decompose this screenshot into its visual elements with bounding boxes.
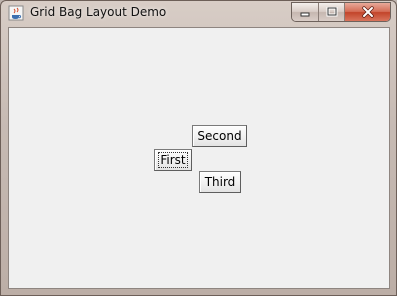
maximize-icon bbox=[326, 7, 337, 17]
first-button[interactable]: First bbox=[154, 149, 192, 171]
second-button-label: Second bbox=[197, 129, 242, 143]
second-button[interactable]: Second bbox=[192, 125, 247, 147]
content-pane: Second First Third bbox=[8, 27, 390, 289]
third-button-label: Third bbox=[204, 175, 236, 189]
close-icon bbox=[361, 6, 374, 18]
minimize-icon bbox=[300, 12, 310, 17]
third-button[interactable]: Third bbox=[199, 171, 241, 193]
maximize-button[interactable] bbox=[318, 3, 344, 21]
java-app-icon[interactable] bbox=[8, 5, 24, 21]
window-title: Grid Bag Layout Demo bbox=[30, 5, 167, 19]
minimize-button[interactable] bbox=[292, 3, 318, 21]
app-window: Grid Bag Layout Demo Second First Third bbox=[0, 0, 397, 296]
first-button-label: First bbox=[158, 152, 188, 168]
window-controls bbox=[291, 2, 391, 22]
title-bar[interactable]: Grid Bag Layout Demo bbox=[1, 1, 396, 25]
close-button[interactable] bbox=[344, 3, 390, 21]
